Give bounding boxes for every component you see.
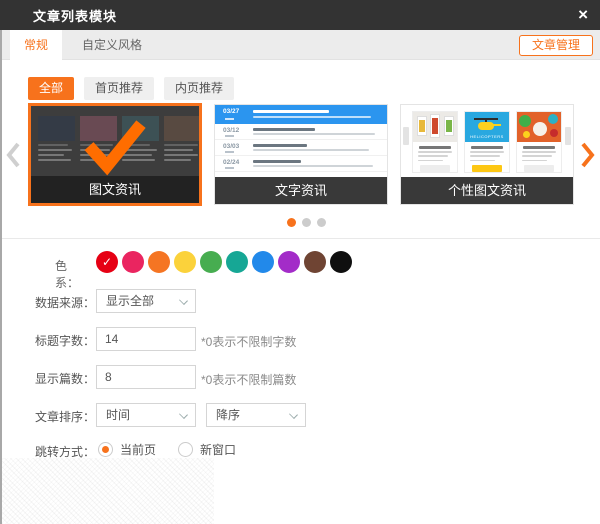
news-row: 03/03 xyxy=(215,140,387,156)
swatch-purple[interactable] xyxy=(278,251,300,273)
preview-pager-right xyxy=(565,127,571,145)
news-date: 02/24 xyxy=(223,159,239,166)
comic-art-thumbnail xyxy=(517,112,561,142)
check-icon: ✓ xyxy=(96,251,118,273)
news-row: 02/24 xyxy=(215,156,387,172)
title-chars-row: 标题字数： *0表示不限制字数 xyxy=(0,327,600,351)
helicopter-caption: HELICOPTERS xyxy=(465,134,509,139)
radio-current-page[interactable]: 当前页 xyxy=(98,441,156,458)
swatch-black[interactable] xyxy=(330,251,352,273)
radio-unselected-icon xyxy=(178,442,193,457)
display-count-input[interactable] xyxy=(96,365,196,389)
background-page-texture xyxy=(2,458,214,524)
template-styled-image-text[interactable]: HELICOPTERS 个性图文资讯 xyxy=(400,104,574,205)
swatch-blue[interactable] xyxy=(252,251,274,273)
template-image-text[interactable]: 图文资讯 xyxy=(28,103,202,206)
text-news-preview: 03/27 03/12 03/03 02/24 xyxy=(215,105,387,177)
dot-2[interactable] xyxy=(302,218,311,227)
radio-selected-icon xyxy=(98,442,113,457)
chevron-down-icon xyxy=(179,410,188,419)
news-row: 03/12 xyxy=(215,124,387,140)
article-manage-button[interactable]: 文章管理 xyxy=(519,35,593,56)
tab-custom-style[interactable]: 自定义风格 xyxy=(68,30,156,60)
dialog-title: 文章列表模块 xyxy=(33,6,117,25)
swatch-orange[interactable] xyxy=(148,251,170,273)
sort-label: 文章排序： xyxy=(35,408,95,425)
color-swatches: ✓ xyxy=(96,251,352,273)
title-chars-label: 标题字数： xyxy=(35,332,95,349)
sort-order-value: 降序 xyxy=(216,408,240,422)
section-divider xyxy=(0,238,600,239)
swatch-pink[interactable] xyxy=(122,251,144,273)
radio-new-window-label: 新窗口 xyxy=(200,441,236,458)
selected-check-icon xyxy=(79,116,151,183)
news-date: 03/03 xyxy=(223,143,239,150)
article-list-module-dialog: 文章列表模块 × 常规 自定义风格 文章管理 全部 首页推荐 内页推荐 图文资讯 xyxy=(0,0,600,524)
dialog-header: 文章列表模块 × xyxy=(0,0,600,30)
close-icon[interactable]: × xyxy=(578,4,588,26)
template-name: 图文资讯 xyxy=(31,176,199,203)
template-name: 个性图文资讯 xyxy=(401,177,573,204)
carousel-dots xyxy=(287,218,326,227)
chevron-down-icon xyxy=(289,410,298,419)
filter-inner-recommend[interactable]: 内页推荐 xyxy=(164,77,234,100)
sort-row: 文章排序： 时间 降序 xyxy=(0,403,600,427)
jump-mode-options: 当前页 新窗口 xyxy=(98,441,236,458)
styled-cards-preview: HELICOPTERS xyxy=(412,111,562,173)
filter-all[interactable]: 全部 xyxy=(28,77,74,100)
chevron-right-icon[interactable] xyxy=(577,140,597,170)
data-source-row: 数据来源： 显示全部 xyxy=(0,289,600,313)
radio-current-page-label: 当前页 xyxy=(120,441,156,458)
display-count-row: 显示篇数： *0表示不限制篇数 xyxy=(0,365,600,389)
color-scheme-label: 色系： xyxy=(55,257,79,291)
display-count-note: *0表示不限制篇数 xyxy=(201,371,296,388)
swatch-red[interactable]: ✓ xyxy=(96,251,118,273)
filter-group: 全部 首页推荐 内页推荐 xyxy=(28,77,234,100)
tab-general[interactable]: 常规 xyxy=(10,30,62,60)
display-count-label: 显示篇数： xyxy=(35,370,95,387)
filter-home-recommend[interactable]: 首页推荐 xyxy=(84,77,154,100)
dot-3[interactable] xyxy=(317,218,326,227)
news-date: 03/12 xyxy=(223,127,239,134)
title-chars-input[interactable] xyxy=(96,327,196,351)
chevron-left-icon[interactable] xyxy=(4,140,24,170)
swatch-green[interactable] xyxy=(200,251,222,273)
swatch-brown[interactable] xyxy=(304,251,326,273)
template-text-news[interactable]: 03/27 03/12 03/03 02/24 文字资讯 xyxy=(214,104,388,205)
news-date: 03/27 xyxy=(223,108,239,115)
title-chars-note: *0表示不限制字数 xyxy=(201,333,296,350)
swatch-yellow[interactable] xyxy=(174,251,196,273)
poster-art-thumbnail xyxy=(413,112,457,142)
template-name: 文字资讯 xyxy=(215,177,387,204)
news-row: 03/27 xyxy=(215,105,387,124)
data-source-label: 数据来源： xyxy=(35,294,95,311)
radio-new-window[interactable]: 新窗口 xyxy=(178,441,236,458)
swatch-teal[interactable] xyxy=(226,251,248,273)
sort-field-select[interactable]: 时间 xyxy=(96,403,196,427)
chevron-down-icon xyxy=(179,296,188,305)
dot-1[interactable] xyxy=(287,218,296,227)
data-source-select[interactable]: 显示全部 xyxy=(96,289,196,313)
sort-field-value: 时间 xyxy=(106,408,130,422)
tab-bar: 常规 自定义风格 文章管理 xyxy=(0,30,600,60)
page-edge-line xyxy=(0,30,2,524)
sort-order-select[interactable]: 降序 xyxy=(206,403,306,427)
data-source-value: 显示全部 xyxy=(106,294,154,308)
helicopter-thumbnail: HELICOPTERS xyxy=(465,112,509,142)
preview-pager-left xyxy=(403,127,409,145)
